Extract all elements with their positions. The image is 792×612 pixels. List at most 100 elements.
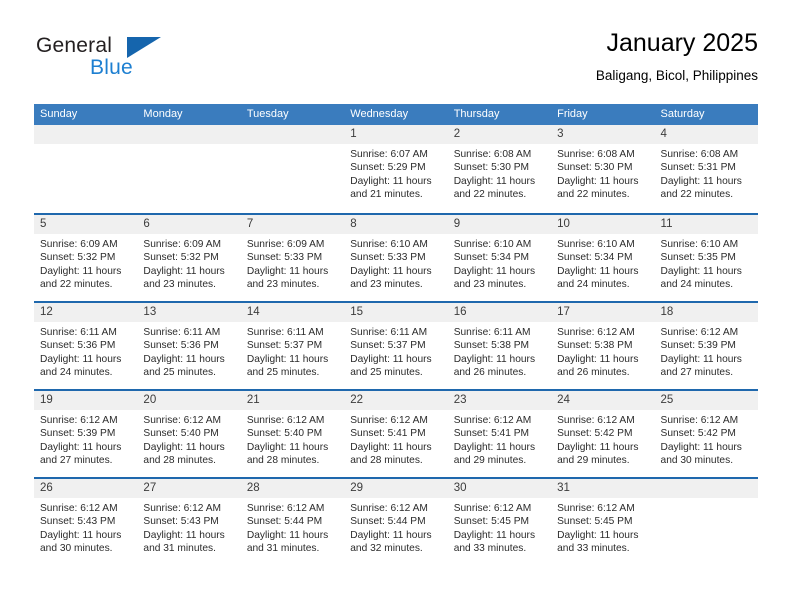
daylight-text-line1: Daylight: 11 hours: [660, 175, 742, 187]
calendar-day-cell[interactable]: 1 Sunrise: 6:07 AM Sunset: 5:29 PM Daylight…: [344, 125, 448, 213]
calendar-day-cell[interactable]: 15 Sunrise: 6:11 AM Sunset: 5:37 PM Dayligh…: [344, 303, 448, 389]
calendar-day-cell[interactable]: 27 Sunrise: 6:12 AM Sunset: 5:43 PM Dayligh…: [137, 479, 241, 565]
calendar-day-cell[interactable]: 7 Sunrise: 6:09 AM Sunset: 5:33 PM Daylight…: [240, 215, 345, 301]
daylight-text-line2: and 33 minutes.: [557, 543, 630, 555]
brand-logo[interactable]: General Blue: [34, 34, 184, 88]
sunrise-text: Sunrise: 6:12 AM: [246, 415, 325, 426]
calendar-day-cell[interactable]: 13 Sunrise: 6:11 AM Sunset: 5:36 PM Dayligh…: [137, 303, 241, 389]
day-number-band: [240, 125, 345, 144]
day-number-band: 10: [551, 215, 655, 234]
calendar-day-cell[interactable]: 24 Sunrise: 6:12 AM Sunset: 5:42 PM Dayligh…: [551, 391, 655, 477]
sunrise-text: Sunrise: 6:11 AM: [246, 327, 324, 338]
calendar-day-cell-empty: [34, 125, 138, 213]
day-number: 25: [660, 394, 674, 406]
day-number: 15: [350, 306, 364, 318]
calendar-day-cell[interactable]: 30 Sunrise: 6:12 AM Sunset: 5:45 PM Dayligh…: [447, 479, 552, 565]
daylight-text-line2: and 25 minutes.: [350, 367, 423, 379]
daylight-text-line1: Daylight: 11 hours: [453, 441, 536, 453]
sunrise-text: Sunrise: 6:08 AM: [557, 149, 635, 160]
calendar-day-cell[interactable]: 18 Sunrise: 6:12 AM Sunset: 5:39 PM Dayligh…: [654, 303, 758, 389]
sunset-text: Sunset: 5:38 PM: [453, 340, 530, 352]
daylight-text-line2: and 28 minutes.: [246, 455, 320, 467]
sunrise-text: Sunrise: 6:12 AM: [143, 503, 222, 514]
calendar-day-cell[interactable]: 9 Sunrise: 6:10 AM Sunset: 5:34 PM Daylight…: [447, 215, 552, 301]
day-number-band: 19: [34, 391, 138, 410]
day-details: Sunrise: 6:08 AM Sunset: 5:30 PM Daylight:…: [448, 144, 551, 202]
calendar-day-cell-empty: [654, 479, 758, 565]
daylight-text-line2: and 23 minutes.: [143, 279, 216, 291]
calendar-day-cell[interactable]: 6 Sunrise: 6:09 AM Sunset: 5:32 PM Daylight…: [137, 215, 241, 301]
calendar-day-cell[interactable]: 3 Sunrise: 6:08 AM Sunset: 5:30 PM Daylight…: [551, 125, 655, 213]
calendar-grid: Sunday Monday Tuesday Wednesday Thursday…: [34, 104, 758, 565]
sunrise-text: Sunrise: 6:12 AM: [660, 415, 739, 426]
sunrise-text: Sunrise: 6:12 AM: [40, 415, 118, 426]
calendar-weeks: 1 Sunrise: 6:07 AM Sunset: 5:29 PM Daylight…: [34, 125, 758, 565]
sunset-text: Sunset: 5:45 PM: [557, 516, 633, 528]
day-number-band: 7: [240, 215, 345, 234]
calendar-day-cell[interactable]: 17 Sunrise: 6:12 AM Sunset: 5:38 PM Dayligh…: [551, 303, 655, 389]
calendar-day-cell[interactable]: 5 Sunrise: 6:09 AM Sunset: 5:32 PM Daylight…: [34, 215, 138, 301]
day-number-band: 9: [447, 215, 552, 234]
sunset-text: Sunset: 5:36 PM: [40, 340, 116, 352]
day-number: 14: [246, 306, 260, 318]
day-details: [655, 498, 758, 502]
day-number-band: 28: [240, 479, 345, 498]
day-number-band: 6: [137, 215, 241, 234]
day-number: 31: [557, 482, 570, 494]
sunset-text: Sunset: 5:37 PM: [246, 340, 323, 352]
day-number: 6: [143, 218, 150, 230]
daylight-text-line2: and 31 minutes.: [143, 543, 216, 555]
day-number: 13: [143, 306, 157, 318]
daylight-text-line1: Daylight: 11 hours: [143, 529, 225, 541]
sunrise-text: Sunrise: 6:10 AM: [557, 239, 635, 250]
daylight-text-line1: Daylight: 11 hours: [453, 353, 536, 365]
calendar-day-cell[interactable]: 16 Sunrise: 6:11 AM Sunset: 5:38 PM Dayligh…: [447, 303, 552, 389]
calendar-day-cell[interactable]: 10 Sunrise: 6:10 AM Sunset: 5:34 PM Dayligh…: [551, 215, 655, 301]
calendar-day-cell[interactable]: 29 Sunrise: 6:12 AM Sunset: 5:44 PM Dayligh…: [344, 479, 448, 565]
calendar-day-cell[interactable]: 31 Sunrise: 6:12 AM Sunset: 5:45 PM Dayligh…: [551, 479, 655, 565]
daylight-text-line1: Daylight: 11 hours: [40, 441, 122, 453]
calendar-day-cell[interactable]: 4 Sunrise: 6:08 AM Sunset: 5:31 PM Daylight…: [654, 125, 758, 213]
day-number: 1: [350, 128, 357, 140]
sunset-text: Sunset: 5:40 PM: [143, 428, 219, 440]
calendar-day-cell[interactable]: 2 Sunrise: 6:08 AM Sunset: 5:30 PM Daylight…: [447, 125, 552, 213]
day-details: Sunrise: 6:10 AM Sunset: 5:33 PM Daylight:…: [344, 234, 447, 292]
day-number-band: 4: [654, 125, 758, 144]
calendar-day-cell[interactable]: 11 Sunrise: 6:10 AM Sunset: 5:35 PM Dayligh…: [654, 215, 758, 301]
daylight-text-line1: Daylight: 11 hours: [660, 441, 742, 453]
sunrise-text: Sunrise: 6:12 AM: [350, 415, 428, 426]
sunset-text: Sunset: 5:45 PM: [453, 516, 530, 528]
calendar-day-cell[interactable]: 20 Sunrise: 6:12 AM Sunset: 5:40 PM Dayligh…: [137, 391, 241, 477]
day-number: 2: [453, 128, 461, 140]
daylight-text-line2: and 28 minutes.: [350, 455, 423, 467]
day-number-band: 3: [551, 125, 655, 144]
day-number-band: [654, 479, 758, 498]
calendar-day-cell[interactable]: 8 Sunrise: 6:10 AM Sunset: 5:33 PM Daylight…: [344, 215, 448, 301]
sunrise-text: Sunrise: 6:12 AM: [40, 503, 118, 514]
day-number: 22: [350, 394, 364, 406]
calendar-day-cell[interactable]: 22 Sunrise: 6:12 AM Sunset: 5:41 PM Dayligh…: [344, 391, 448, 477]
day-number: 16: [453, 306, 467, 318]
daylight-text-line1: Daylight: 11 hours: [453, 265, 536, 277]
sunrise-text: Sunrise: 6:12 AM: [350, 503, 428, 514]
sunrise-text: Sunrise: 6:12 AM: [557, 415, 635, 426]
calendar-day-cell[interactable]: 12 Sunrise: 6:11 AM Sunset: 5:36 PM Dayligh…: [34, 303, 138, 389]
calendar-week-row: 5 Sunrise: 6:09 AM Sunset: 5:32 PM Daylight…: [34, 213, 758, 301]
day-number: 9: [453, 218, 461, 230]
day-number: 21: [246, 394, 260, 406]
brand-name-blue: Blue: [90, 56, 133, 79]
calendar-day-cell[interactable]: 14 Sunrise: 6:11 AM Sunset: 5:37 PM Dayligh…: [240, 303, 345, 389]
calendar-day-cell[interactable]: 23 Sunrise: 6:12 AM Sunset: 5:41 PM Dayligh…: [447, 391, 552, 477]
sunrise-text: Sunrise: 6:12 AM: [557, 503, 635, 514]
sunset-text: Sunset: 5:41 PM: [453, 428, 530, 440]
calendar-day-cell[interactable]: 19 Sunrise: 6:12 AM Sunset: 5:39 PM Dayligh…: [34, 391, 138, 477]
daylight-text-line2: and 22 minutes.: [557, 189, 630, 201]
calendar-day-cell[interactable]: 28 Sunrise: 6:12 AM Sunset: 5:44 PM Dayligh…: [240, 479, 345, 565]
day-details: Sunrise: 6:12 AM Sunset: 5:40 PM Daylight:…: [137, 410, 240, 468]
calendar-day-cell[interactable]: 25 Sunrise: 6:12 AM Sunset: 5:42 PM Dayligh…: [654, 391, 758, 477]
calendar-day-cell[interactable]: 21 Sunrise: 6:12 AM Sunset: 5:40 PM Dayligh…: [240, 391, 345, 477]
sunset-text: Sunset: 5:43 PM: [40, 516, 116, 528]
day-number-band: 14: [240, 303, 345, 322]
day-number-band: 26: [34, 479, 138, 498]
calendar-day-cell[interactable]: 26 Sunrise: 6:12 AM Sunset: 5:43 PM Dayligh…: [34, 479, 138, 565]
